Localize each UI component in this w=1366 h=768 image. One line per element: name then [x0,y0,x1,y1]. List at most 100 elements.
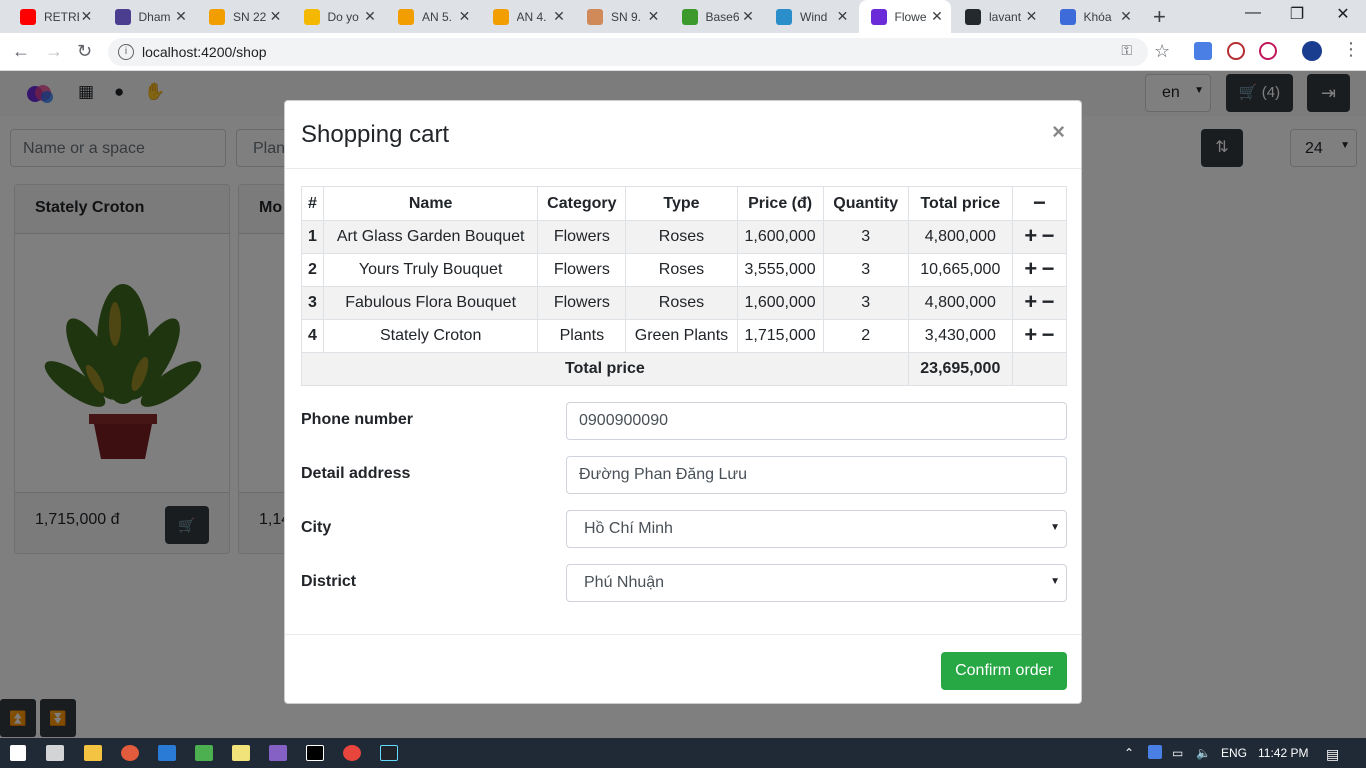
address-input[interactable]: Đường Phan Đăng Lưu [566,456,1067,494]
city-row: City Hồ Chí Minh ▼ [301,510,1067,548]
translate-extension-icon[interactable] [1194,42,1212,60]
tab-close-icon[interactable]: ✕ [929,8,945,25]
table-row: 2 Yours Truly Bouquet Flowers Roses 3,55… [300,253,1068,287]
close-window-button[interactable]: ✕ [1320,4,1366,24]
network-icon[interactable]: ▭ [1172,746,1183,760]
notepad-icon[interactable] [232,745,250,761]
tab-close-icon[interactable]: ✕ [1118,8,1134,25]
new-tab-button[interactable]: + [1153,4,1166,30]
intellij-icon[interactable] [306,745,324,761]
item-name: Yours Truly Bouquet [323,253,539,287]
tab-close-icon[interactable]: ✕ [362,8,378,25]
browser-tab[interactable]: Do yo ✕ [292,0,385,33]
angular-extension-icon[interactable] [1227,42,1245,60]
tab-close-icon[interactable]: ✕ [173,8,189,25]
remove-all-button[interactable]: − [1011,186,1068,221]
tab-close-icon[interactable]: ✕ [740,8,756,25]
minus-icon[interactable]: − [1042,322,1055,347]
app-icon[interactable] [195,745,213,761]
browser-tab[interactable]: Dham ✕ [103,0,196,33]
item-name: Stately Croton [323,319,539,353]
item-quantity: 2 [822,319,909,353]
table-header-row: # Name Category Type Price (đ) Quantity … [300,186,1068,221]
input-language[interactable]: ENG [1221,746,1247,760]
qty-controls: + − [1011,286,1068,320]
browser-tab[interactable]: AN 5. ✕ [386,0,479,33]
key-icon[interactable]: ⚿ [1121,42,1132,59]
plus-icon[interactable]: + [1024,289,1037,314]
bookmark-star-icon[interactable]: ☆ [1154,41,1170,62]
visual-studio-icon[interactable] [269,745,287,761]
close-modal-button[interactable]: × [1052,119,1065,145]
browser-tab[interactable]: RETRE✕ [8,0,101,33]
browser-tab[interactable]: Wind ✕ [764,0,857,33]
plus-icon[interactable]: + [1024,322,1037,347]
app-icon[interactable] [158,745,176,761]
d-extension-icon[interactable] [1259,42,1277,60]
tab-close-icon[interactable]: ✕ [551,8,567,25]
qty-controls: + − [1011,220,1068,254]
tab-title: RETRE [44,9,79,24]
clock[interactable]: 11:42 PM [1258,746,1308,760]
browser-tab[interactable]: Base6 ✕ [670,0,763,33]
site-info-icon[interactable]: i [118,44,134,60]
reload-icon[interactable]: ↻ [77,41,92,62]
tab-close-icon[interactable]: ✕ [79,8,95,25]
minus-icon[interactable]: − [1042,223,1055,248]
column-header: Name [323,186,539,221]
forward-icon[interactable]: → [45,41,63,62]
browser-menu-icon[interactable]: ⋮ [1342,39,1360,60]
table-row: 4 Stately Croton Plants Green Plants 1,7… [300,319,1068,353]
browser-tab[interactable]: SN 9. ✕ [575,0,668,33]
confirm-order-button[interactable]: Confirm order [941,652,1067,690]
chevron-down-icon: ▼ [1050,576,1060,587]
task-view-icon[interactable] [46,745,64,761]
windows-taskbar: ⌃ ▭ 🔈 ENG 11:42 PM ▤ [0,738,1366,768]
minus-icon[interactable]: − [1042,256,1055,281]
column-header: Total price [907,186,1013,221]
file-explorer-icon[interactable] [84,745,102,761]
windows-start-icon[interactable] [10,745,26,761]
modal-header: Shopping cart × [285,101,1081,169]
tray-app-icon[interactable] [1148,745,1162,759]
app-icon[interactable] [380,745,398,761]
browser-tab[interactable]: SN 22 ✕ [197,0,290,33]
qty-controls: + − [1011,253,1068,287]
omnibox[interactable]: i localhost:4200/shop ⚿ [108,38,1148,66]
chrome-icon[interactable] [343,745,361,761]
plus-icon[interactable]: + [1024,256,1037,281]
url-text: localhost:4200/shop [142,44,267,60]
app-icon[interactable] [121,745,139,761]
item-quantity: 3 [822,220,909,254]
tab-favicon-icon [965,8,981,25]
browser-tab[interactable]: AN 4. ✕ [481,0,574,33]
tab-title: lavant [989,9,1022,24]
city-select[interactable]: Hồ Chí Minh ▼ [566,510,1067,548]
plus-icon[interactable]: + [1024,223,1037,248]
phone-input[interactable]: 0900900090 [566,402,1067,440]
browser-tab[interactable]: lavant ✕ [953,0,1046,33]
tab-close-icon[interactable]: ✕ [646,8,662,25]
back-icon[interactable]: ← [12,41,30,62]
district-select[interactable]: Phú Nhuận ▼ [566,564,1067,602]
tab-close-icon[interactable]: ✕ [457,8,473,25]
tab-close-icon[interactable]: ✕ [835,8,851,25]
tab-title: AN 4. [516,9,547,24]
browser-tab[interactable]: Khóa ✕ [1048,0,1141,33]
tab-close-icon[interactable]: ✕ [268,8,284,25]
modal-title: Shopping cart [301,121,450,148]
browser-tab[interactable]: Flowe ✕ [858,0,951,33]
tab-favicon-icon [20,8,36,25]
volume-icon[interactable]: 🔈 [1196,746,1211,760]
minimize-button[interactable]: — [1230,4,1276,22]
notifications-icon[interactable]: ▤ [1326,746,1339,763]
chevron-down-icon: ▼ [1050,522,1060,533]
row-index: 4 [300,319,325,353]
tab-title: AN 5. [422,9,453,24]
maximize-button[interactable]: ❐ [1274,4,1320,24]
minus-icon[interactable]: − [1042,289,1055,314]
tab-title: SN 9. [611,9,642,24]
profile-avatar[interactable] [1302,41,1322,61]
tab-close-icon[interactable]: ✕ [1024,8,1040,25]
tray-up-arrow-icon[interactable]: ⌃ [1124,746,1134,760]
